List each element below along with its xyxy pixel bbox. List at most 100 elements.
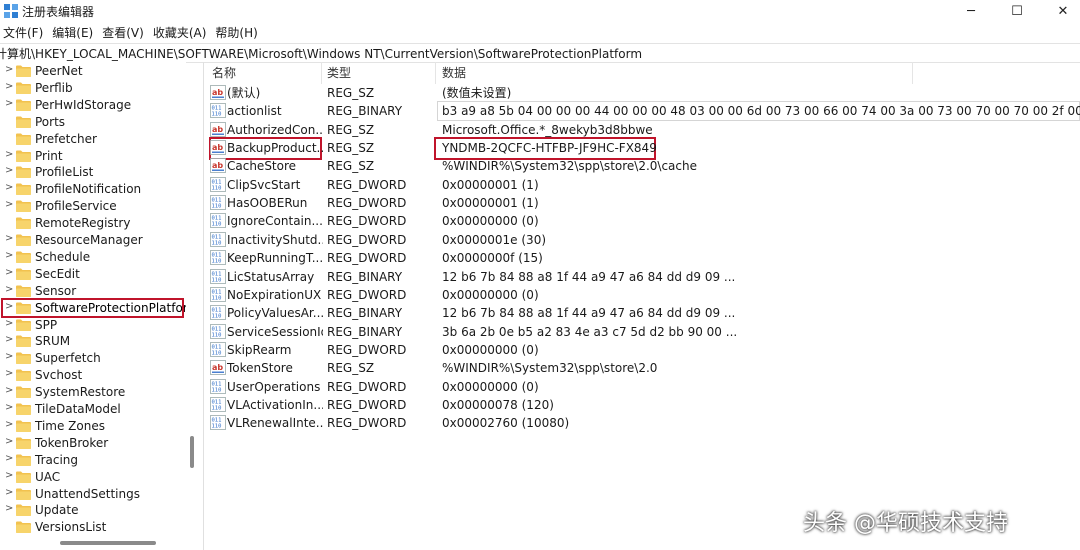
address-path[interactable]: 计算机\HKEY_LOCAL_MACHINE\SOFTWARE\Microsof… <box>0 45 642 62</box>
column-divider[interactable] <box>912 62 913 84</box>
tree-item[interactable]: > SPP <box>0 317 186 334</box>
tree-item[interactable]: > TokenBroker <box>0 435 186 452</box>
tree-item[interactable]: > Time Zones <box>0 418 186 435</box>
tree-item[interactable]: > UAC <box>0 469 186 486</box>
chevron-right-icon[interactable]: > <box>5 233 13 244</box>
value-name: VLRenewalInte... <box>227 416 323 431</box>
chevron-right-icon[interactable]: > <box>5 453 13 464</box>
registry-tree[interactable]: > PeerNet > Perflib > PerHwIdStorage Ports Pref… <box>0 62 186 536</box>
binary-value-icon: 011110 <box>210 213 226 229</box>
value-data: 0x00000001 (1) <box>442 196 539 211</box>
value-row[interactable]: 011 110 VLRenewalInte... REG_DWORD 0x0000276… <box>204 414 1080 432</box>
address-bar[interactable]: 计算机\HKEY_LOCAL_MACHINE\SOFTWARE\Microsof… <box>0 43 1080 63</box>
chevron-right-icon[interactable]: > <box>5 419 13 430</box>
folder-icon <box>16 166 31 179</box>
chevron-right-icon[interactable]: > <box>5 368 13 379</box>
value-row[interactable]: ab AuthorizedCon... REG_SZ Microsoft.Office… <box>204 121 1080 139</box>
chevron-right-icon[interactable]: > <box>5 385 13 396</box>
chevron-right-icon[interactable]: > <box>5 436 13 447</box>
tree-horizontal-scrollbar[interactable] <box>60 541 156 545</box>
tree-item[interactable]: > PeerNet <box>0 63 186 80</box>
chevron-right-icon[interactable]: > <box>5 284 13 295</box>
tree-item[interactable]: > ProfileService <box>0 198 186 215</box>
tree-item[interactable]: Ports <box>0 114 186 131</box>
tree-item[interactable]: > SystemRestore <box>0 384 186 401</box>
column-divider[interactable] <box>435 62 436 84</box>
value-row[interactable]: ab (默认) REG_SZ (数值未设置) <box>204 84 1080 102</box>
tree-item[interactable]: > SRUM <box>0 333 186 350</box>
value-row[interactable]: 011 110 PolicyValuesAr... REG_BINARY 12 b6 7… <box>204 304 1080 322</box>
folder-icon <box>16 437 31 449</box>
tree-item[interactable]: > SecEdit <box>0 266 186 283</box>
chevron-right-icon[interactable]: > <box>5 351 13 362</box>
value-row[interactable]: 011 110 NoExpirationUX REG_DWORD 0x00000000 … <box>204 286 1080 304</box>
chevron-right-icon[interactable]: > <box>5 487 13 498</box>
tree-item[interactable]: VersionsList <box>0 519 186 536</box>
tree-item[interactable]: > SoftwareProtectionPlatform <box>0 297 186 318</box>
tree-item[interactable]: > UnattendSettings <box>0 486 186 503</box>
tree-item[interactable]: > Update <box>0 502 186 519</box>
chevron-right-icon[interactable]: > <box>5 165 13 176</box>
menu-view[interactable]: 查看(V) <box>99 23 150 43</box>
close-button[interactable]: ✕ <box>1040 0 1080 22</box>
value-type: REG_DWORD <box>327 397 407 412</box>
value-row[interactable]: 011 110 IgnoreContain... REG_DWORD 0x0000000… <box>204 212 1080 230</box>
column-header-type[interactable]: 类型 <box>327 62 351 84</box>
tree-item-label: Prefetcher <box>35 131 97 146</box>
value-row[interactable]: 011 110 UserOperations REG_DWORD 0x00000000 … <box>204 378 1080 396</box>
chevron-right-icon[interactable]: > <box>5 149 13 160</box>
value-row[interactable]: 011 110 SkipRearm REG_DWORD 0x00000000 (0) <box>204 341 1080 359</box>
value-name: UserOperations <box>227 379 321 394</box>
tree-item[interactable]: > TileDataModel <box>0 401 186 418</box>
value-row[interactable]: 011 110 LicStatusArray REG_BINARY 12 b6 7b 8… <box>204 268 1080 286</box>
value-row[interactable]: ab CacheStore REG_SZ %WINDIR%\System32\spp\… <box>204 157 1080 175</box>
chevron-right-icon[interactable]: > <box>5 318 13 329</box>
chevron-right-icon[interactable]: > <box>5 267 13 278</box>
value-row[interactable]: ab TokenStore REG_SZ %WINDIR%\System32\spp\… <box>204 359 1080 377</box>
tree-highlight-box <box>1 297 184 318</box>
value-row[interactable]: ab BackupProduct... REG_SZ YNDMB-2QCFC-HTFB… <box>204 139 1080 157</box>
chevron-right-icon[interactable]: > <box>5 334 13 345</box>
chevron-right-icon[interactable]: > <box>5 81 13 92</box>
chevron-right-icon[interactable]: > <box>5 250 13 261</box>
menu-file[interactable]: 文件(F) <box>0 23 49 43</box>
tree-item-label: TokenBroker <box>35 435 109 450</box>
tree-item[interactable]: > ProfileList <box>0 164 186 181</box>
value-row[interactable]: 011 110 ServiceSessionId REG_BINARY 3b 6a 2b… <box>204 323 1080 341</box>
value-row[interactable]: 011 110 actionlist REG_BINARY b3 a9 a8 5b 04… <box>204 102 1080 120</box>
tree-item[interactable]: > Superfetch <box>0 350 186 367</box>
tree-item[interactable]: RemoteRegistry <box>0 215 186 232</box>
value-row[interactable]: 011 110 ClipSvcStart REG_DWORD 0x00000001 (1… <box>204 176 1080 194</box>
value-row[interactable]: 011 110 HasOOBERun REG_DWORD 0x00000001 (1) <box>204 194 1080 212</box>
tree-item[interactable]: Prefetcher <box>0 131 186 148</box>
tree-item[interactable]: > PerHwIdStorage <box>0 97 186 114</box>
value-row[interactable]: 011 110 InactivityShutd... REG_DWORD 0x00000… <box>204 231 1080 249</box>
chevron-right-icon[interactable]: > <box>5 470 13 481</box>
column-header-name[interactable]: 名称 <box>212 62 236 84</box>
column-header-data[interactable]: 数据 <box>442 62 466 84</box>
tree-item[interactable]: > ResourceManager <box>0 232 186 249</box>
tree-vertical-scrollbar[interactable] <box>190 436 194 468</box>
menu-favorites[interactable]: 收藏夹(A) <box>150 23 213 43</box>
chevron-right-icon[interactable]: > <box>5 503 13 514</box>
value-row[interactable]: 011 110 KeepRunningT... REG_DWORD 0x0000000f… <box>204 249 1080 267</box>
tree-item[interactable]: > Svchost <box>0 367 186 384</box>
tree-item[interactable]: > Tracing <box>0 452 186 469</box>
svg-text:110: 110 <box>212 259 222 265</box>
menu-help[interactable]: 帮助(H) <box>212 23 263 43</box>
minimize-button[interactable]: ─ <box>948 0 994 22</box>
chevron-right-icon[interactable]: > <box>5 98 13 109</box>
tree-item[interactable]: > Print <box>0 148 186 165</box>
menu-edit[interactable]: 编辑(E) <box>49 23 99 43</box>
chevron-right-icon[interactable]: > <box>5 182 13 193</box>
tree-item[interactable]: > ProfileNotification <box>0 181 186 198</box>
tree-item[interactable]: > Schedule <box>0 249 186 266</box>
chevron-right-icon[interactable]: > <box>5 64 13 75</box>
value-name: ClipSvcStart <box>227 177 301 192</box>
tree-item[interactable]: > Perflib <box>0 80 186 97</box>
chevron-right-icon[interactable]: > <box>5 199 13 210</box>
chevron-right-icon[interactable]: > <box>5 402 13 413</box>
maximize-button[interactable]: ☐ <box>994 0 1040 22</box>
value-row[interactable]: 011 110 VLActivationIn... REG_DWORD 0x000000… <box>204 396 1080 414</box>
column-divider[interactable] <box>321 62 322 84</box>
